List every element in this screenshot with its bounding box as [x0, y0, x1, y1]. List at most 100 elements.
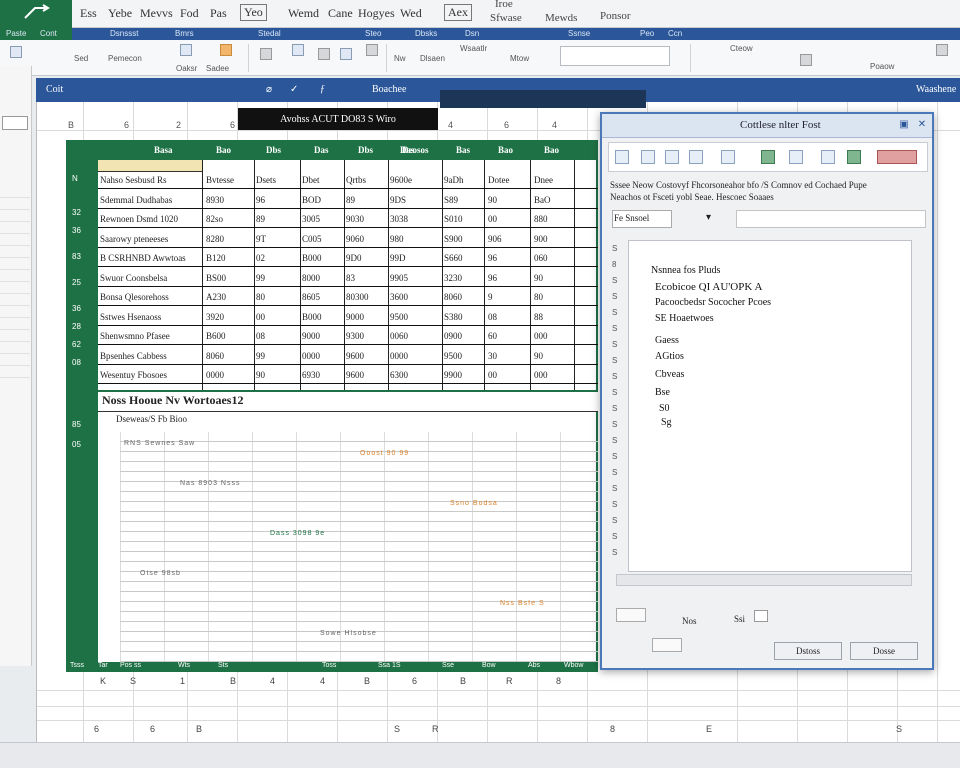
- table-cell[interactable]: 9500: [390, 312, 408, 322]
- table-header[interactable]: Bao: [544, 145, 559, 155]
- table-cell[interactable]: 0000: [390, 351, 408, 361]
- table-cell[interactable]: 6300: [390, 370, 408, 380]
- table-cell[interactable]: 0900: [444, 331, 462, 341]
- table-cell[interactable]: 8000: [302, 273, 320, 283]
- restore-icon[interactable]: ▣: [898, 119, 910, 131]
- paste-icon[interactable]: [10, 46, 22, 58]
- table-cell[interactable]: 9600e: [390, 175, 412, 185]
- ribbon-search-field[interactable]: [560, 46, 670, 66]
- table-header[interactable]: Dbs: [358, 145, 373, 155]
- table-cell[interactable]: 89: [346, 195, 355, 205]
- table-cell[interactable]: Bpsenhes Cabbess: [100, 351, 167, 361]
- list-item[interactable]: Ecobicoe QI AU'OPK A: [655, 281, 762, 293]
- table-cell[interactable]: 96: [256, 195, 265, 205]
- color-scale-icon[interactable]: [877, 150, 917, 164]
- close-icon[interactable]: ✕: [916, 119, 928, 131]
- table-cell[interactable]: 9030: [346, 214, 364, 224]
- table-cell[interactable]: 80: [534, 292, 543, 302]
- list-item[interactable]: S0: [659, 403, 670, 414]
- table-cell[interactable]: Nahso Sesbusd Rs: [100, 175, 167, 185]
- table-cell[interactable]: A230: [206, 292, 226, 302]
- table-header[interactable]: Deosos: [402, 145, 429, 155]
- formula-cancel-icon[interactable]: ⌀: [266, 84, 272, 95]
- highlight-icon[interactable]: [220, 44, 232, 56]
- table-cell[interactable]: Sdemmal Dudhabas: [100, 195, 172, 205]
- table-cell[interactable]: 89: [256, 214, 265, 224]
- table-row[interactable]: Sstwes Hsenaoss 3920 00 B000 9000 9500 S380 08 8…: [98, 309, 598, 326]
- table-cell[interactable]: 0000: [206, 370, 224, 380]
- table-cell[interactable]: Bonsa Qlesorehoss: [100, 292, 169, 302]
- chart-icon[interactable]: [761, 150, 775, 164]
- table-cell[interactable]: 000: [534, 370, 548, 380]
- table-cell[interactable]: S010: [444, 214, 463, 224]
- table-cell[interactable]: 90: [488, 195, 497, 205]
- table-header[interactable]: Das: [314, 145, 329, 155]
- table-cell[interactable]: 3005: [302, 214, 320, 224]
- sort-desc-icon[interactable]: [665, 150, 679, 164]
- table-cell[interactable]: C005: [302, 234, 322, 244]
- font-icon[interactable]: [180, 44, 192, 56]
- table-cell[interactable]: B000: [302, 253, 322, 263]
- formula-bar-text[interactable]: Boachee: [372, 84, 406, 95]
- table-header[interactable]: Bao: [216, 145, 231, 155]
- tab-help[interactable]: Wed: [400, 6, 422, 21]
- horizontal-scrollbar[interactable]: [616, 574, 912, 586]
- ok-button[interactable]: Dstoss: [774, 642, 842, 660]
- clear-filter-icon[interactable]: [689, 150, 703, 164]
- table-cell[interactable]: 9D0: [346, 253, 362, 263]
- table-cell[interactable]: Swuor Coonsbelsa: [100, 273, 167, 283]
- filter-values-list[interactable]: Nsnnea fos Pluds Ecobicoe QI AU'OPK A Pa…: [628, 240, 912, 572]
- table-cell[interactable]: 900: [534, 234, 548, 244]
- table-cell[interactable]: Dotee: [488, 175, 510, 185]
- table-cell[interactable]: BOD: [302, 195, 321, 205]
- table-cell[interactable]: 980: [390, 234, 404, 244]
- option-checkbox[interactable]: [754, 610, 768, 622]
- table-cell[interactable]: 88: [534, 312, 543, 322]
- filter-tool-icon[interactable]: [615, 150, 629, 164]
- table-cell[interactable]: 3038: [390, 214, 408, 224]
- table-cell[interactable]: 6930: [302, 370, 320, 380]
- chevron-down-icon[interactable]: ▾: [706, 212, 711, 223]
- table-cell[interactable]: 9: [488, 292, 493, 302]
- list-item[interactable]: AGtios: [655, 351, 684, 362]
- table-cell[interactable]: Dnee: [534, 175, 553, 185]
- summary-data-grid[interactable]: RNS Sewnes Saw Ooost 90 99 Nas 8903 Nsss…: [120, 432, 598, 662]
- table-cell[interactable]: B CSRHNBD Awwtoas: [100, 253, 186, 263]
- tab-draw[interactable]: Fod: [180, 6, 199, 21]
- number-format-icon[interactable]: [340, 48, 352, 60]
- name-box-field[interactable]: [2, 116, 28, 130]
- conditional-format-icon[interactable]: [366, 44, 378, 56]
- find-icon[interactable]: [936, 44, 948, 56]
- table-cell[interactable]: 060: [534, 253, 548, 263]
- tab-insert[interactable]: Mevvs: [140, 6, 173, 21]
- table-cell[interactable]: 880: [534, 214, 548, 224]
- table-row[interactable]: Shenwsmno Pfasee B600 08 9000 9300 0060 0900 60…: [98, 328, 598, 345]
- table-cell[interactable]: S380: [444, 312, 463, 322]
- merge-icon[interactable]: [318, 48, 330, 60]
- table-cell[interactable]: 9300: [346, 331, 364, 341]
- settings-icon[interactable]: [821, 150, 835, 164]
- table-row[interactable]: Sdemmal Dudhabas 8930 96 BOD 89 9DS S89 90 BaO: [98, 192, 598, 209]
- list-item[interactable]: Nsnnea fos Pluds: [651, 265, 720, 276]
- tab-page-layout[interactable]: Pas: [210, 6, 227, 21]
- table-cell[interactable]: 9aDh: [444, 175, 464, 185]
- table-cell[interactable]: 000: [534, 331, 548, 341]
- table-row[interactable]: Bonsa Qlesorehoss A230 80 8605 80300 3600 8060…: [98, 289, 598, 306]
- table-cell[interactable]: 96: [488, 253, 497, 263]
- table-cell[interactable]: 90: [534, 351, 543, 361]
- table-cell[interactable]: Dsets: [256, 175, 276, 185]
- table-cell[interactable]: S900: [444, 234, 463, 244]
- table-cell[interactable]: 99: [256, 273, 265, 283]
- table-cell[interactable]: 99: [256, 351, 265, 361]
- option-toggle-icon[interactable]: [616, 608, 646, 622]
- table-cell[interactable]: 9060: [346, 234, 364, 244]
- formula-fx-icon[interactable]: ƒ: [320, 84, 325, 95]
- tab-formulas[interactable]: Yeo: [240, 4, 267, 21]
- table-cell[interactable]: 90: [534, 273, 543, 283]
- table-row[interactable]: Rewnoen Dsmd 1020 82so 89 3005 9030 3038 S010 0…: [98, 211, 598, 228]
- table-cell[interactable]: 90: [256, 370, 265, 380]
- table-cell[interactable]: 99D: [390, 253, 406, 263]
- excel-app-tile[interactable]: [0, 0, 72, 28]
- tab-review[interactable]: Cane: [328, 6, 353, 21]
- table-cell[interactable]: Sstwes Hsenaoss: [100, 312, 161, 322]
